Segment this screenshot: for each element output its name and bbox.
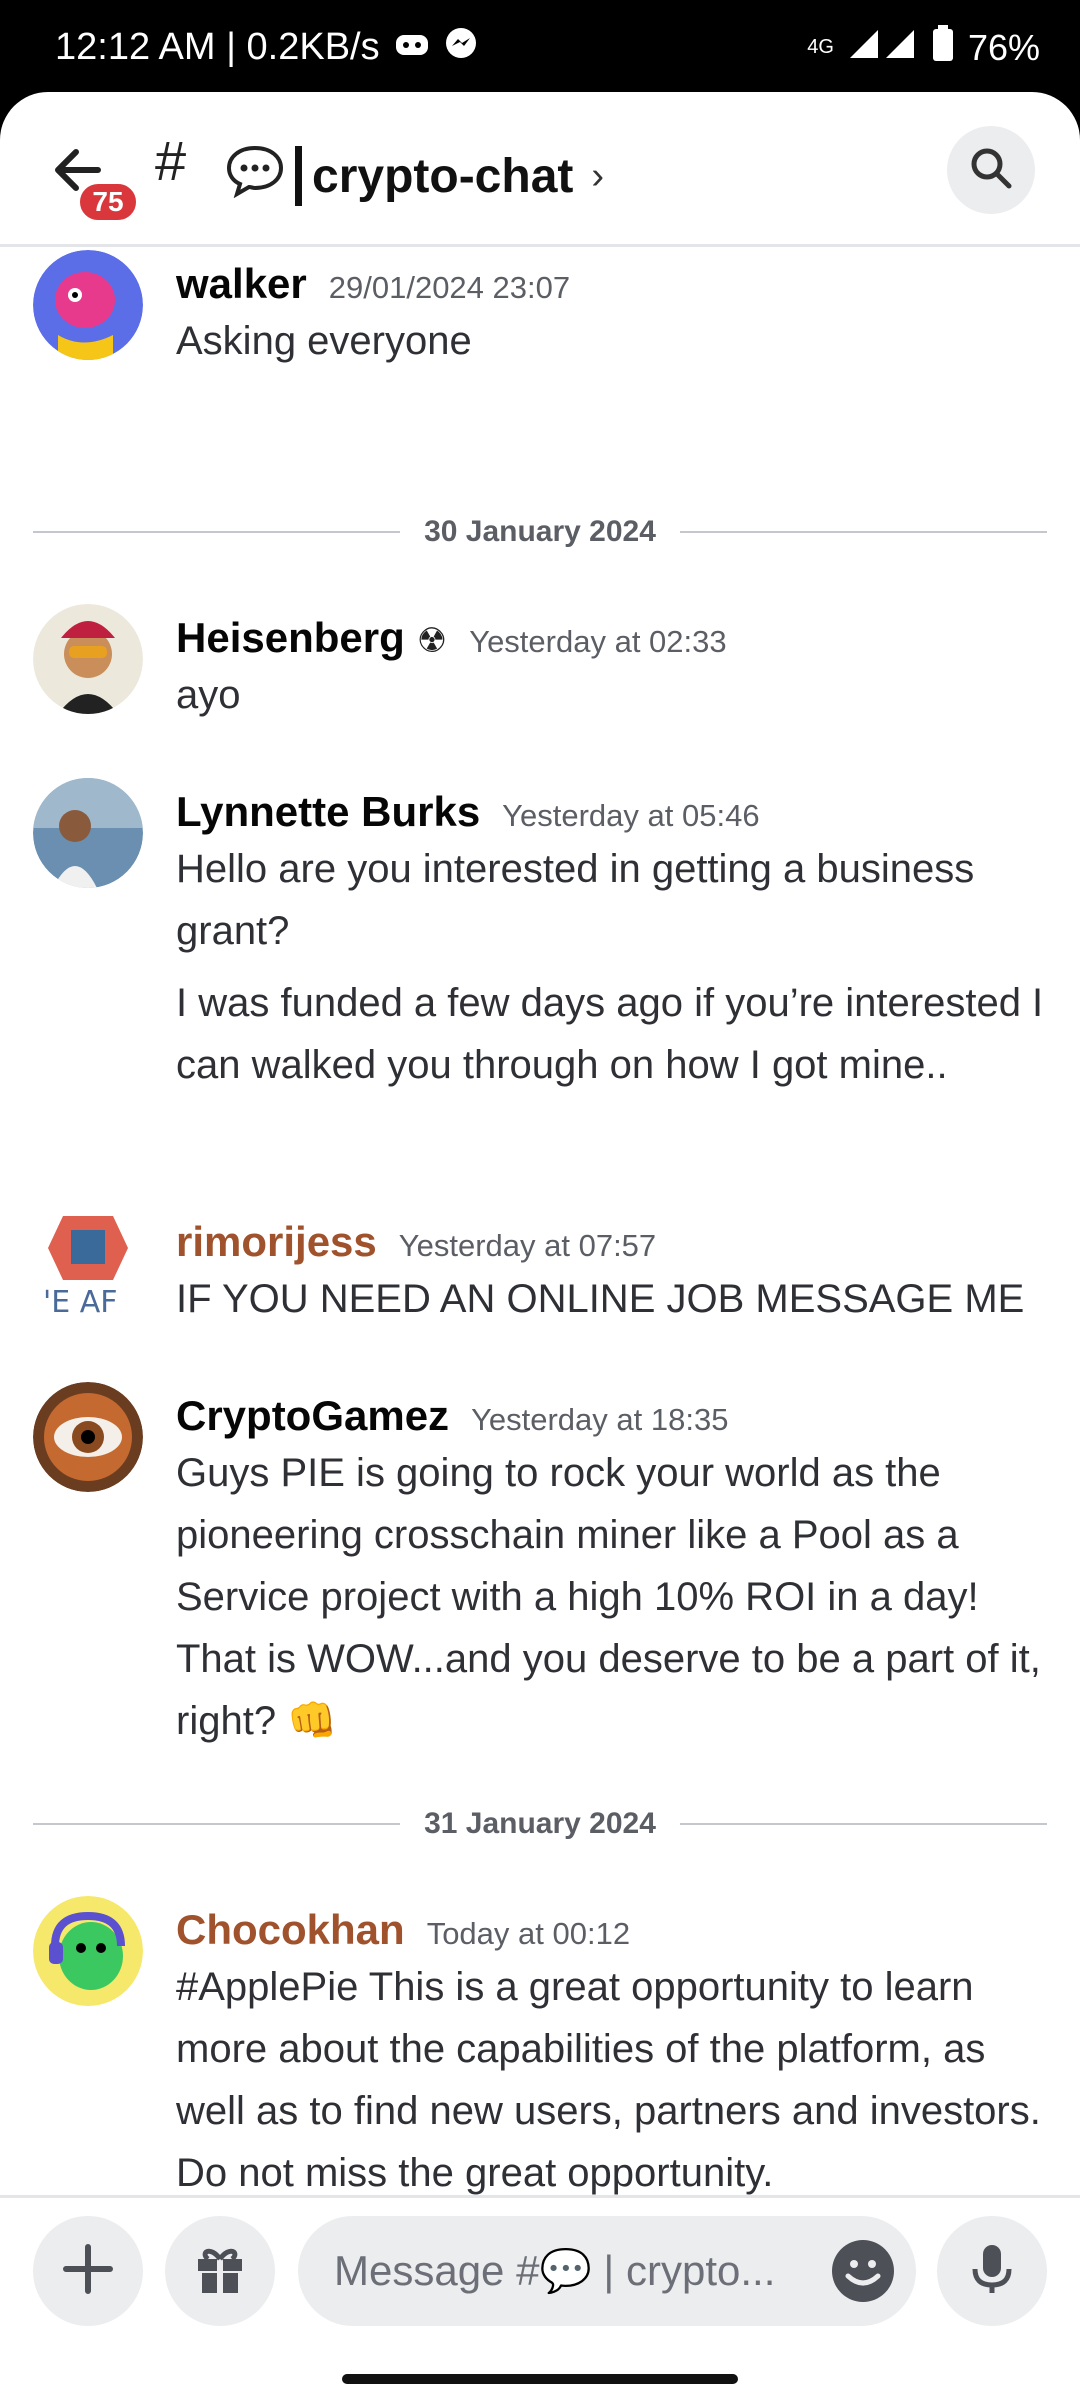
- channel-header: 75 # crypto-chat ›: [0, 92, 1080, 247]
- avatar[interactable]: [33, 778, 143, 888]
- smile-icon: [832, 2260, 894, 2306]
- avatar[interactable]: [33, 250, 143, 360]
- message-timestamp: Today at 00:12: [426, 1916, 631, 1951]
- messenger-icon: [444, 26, 478, 70]
- message-timestamp: Yesterday at 07:57: [398, 1228, 657, 1263]
- status-time: 12:12 AM | 0.2KB/s: [55, 26, 380, 68]
- avatar[interactable]: [33, 1896, 143, 2006]
- gift-button[interactable]: [165, 2216, 275, 2326]
- gift-icon: [192, 2241, 248, 2302]
- message-author[interactable]: walker: [176, 260, 307, 308]
- message-author[interactable]: Lynnette Burks: [176, 788, 480, 836]
- message-text: #ApplePie This is a great opportunity to…: [176, 1965, 1041, 2195]
- message-text: Hello are you interested in getting a bu…: [176, 847, 975, 953]
- message-content: Guys PIE is going to rock your world as …: [176, 1442, 1056, 1762]
- message-content: ayo: [176, 664, 1056, 736]
- date-divider: 30 January 2024: [33, 512, 1047, 552]
- discord-notification-icon: [394, 26, 430, 69]
- message-content: IF YOU NEED AN ONLINE JOB MESSAGE ME: [176, 1268, 1056, 1340]
- message-text: I was funded a few days ago if you’re in…: [176, 981, 1044, 1087]
- emoji-button[interactable]: [832, 2240, 894, 2302]
- message-text: ayo: [176, 673, 241, 717]
- avatar[interactable]: 'E AF: [33, 1208, 143, 1318]
- status-bar: 12:12 AM | 0.2KB/s 4G 76%: [0, 0, 1080, 95]
- message-content: #ApplePie This is a great opportunity to…: [176, 1956, 1056, 2214]
- battery-icon: [932, 25, 954, 70]
- message-text: IF YOU NEED AN ONLINE JOB MESSAGE ME: [176, 1277, 1025, 1321]
- message-timestamp: Yesterday at 18:35: [471, 1402, 729, 1437]
- microphone-icon: [964, 2241, 1020, 2302]
- message-input-container[interactable]: [298, 2216, 916, 2326]
- message-timestamp: 29/01/2024 23:07: [328, 270, 571, 305]
- avatar[interactable]: [33, 604, 143, 714]
- avatar[interactable]: [33, 1382, 143, 1492]
- voice-message-button[interactable]: [937, 2216, 1047, 2326]
- plus-icon: [60, 2241, 116, 2302]
- message-text: Asking everyone: [176, 319, 472, 363]
- message-author[interactable]: CryptoGamez: [176, 1392, 449, 1440]
- message-timestamp: Yesterday at 02:33: [469, 624, 727, 659]
- message-text: Guys PIE is going to rock your world as …: [176, 1451, 1041, 1743]
- message-author[interactable]: Chocokhan: [176, 1906, 405, 1954]
- add-attachment-button[interactable]: [33, 2216, 143, 2326]
- unread-badge: 75: [76, 180, 140, 224]
- message-list[interactable]: walker 29/01/2024 23:07 Asking everyone …: [0, 250, 1080, 2290]
- message-composer: [0, 2195, 1080, 2375]
- chevron-right-icon: ›: [591, 154, 605, 197]
- message-content: Hello are you interested in getting a bu…: [176, 838, 1056, 1106]
- svg-text:'E AF: 'E AF: [43, 1285, 118, 1318]
- message-author[interactable]: Heisenberg: [176, 614, 405, 662]
- channel-name-text: crypto-chat: [312, 149, 574, 203]
- channel-title[interactable]: crypto-chat ›: [225, 142, 604, 210]
- radioactive-icon: ☢: [416, 622, 448, 660]
- chat-screen: 75 # crypto-chat › walker 29/01/2024 23:…: [0, 92, 1080, 2400]
- signal-icon: [848, 26, 918, 69]
- network-label: 4G: [807, 36, 834, 58]
- date-divider-label: 31 January 2024: [424, 1807, 656, 1840]
- date-divider-label: 30 January 2024: [424, 515, 656, 548]
- title-separator: [295, 146, 302, 206]
- search-button[interactable]: [947, 126, 1035, 214]
- search-icon: [967, 144, 1015, 197]
- battery-percent: 76%: [967, 26, 1040, 68]
- message-input[interactable]: [334, 2247, 804, 2295]
- message-author[interactable]: rimorijess: [176, 1218, 377, 1266]
- channel-hash-icon: #: [155, 129, 187, 192]
- message-timestamp: Yesterday at 05:46: [502, 798, 760, 833]
- home-indicator[interactable]: [342, 2374, 738, 2384]
- speech-bubble-icon: [225, 142, 285, 210]
- date-divider: 31 January 2024: [33, 1804, 1047, 1844]
- message-content: Asking everyone: [176, 310, 1056, 382]
